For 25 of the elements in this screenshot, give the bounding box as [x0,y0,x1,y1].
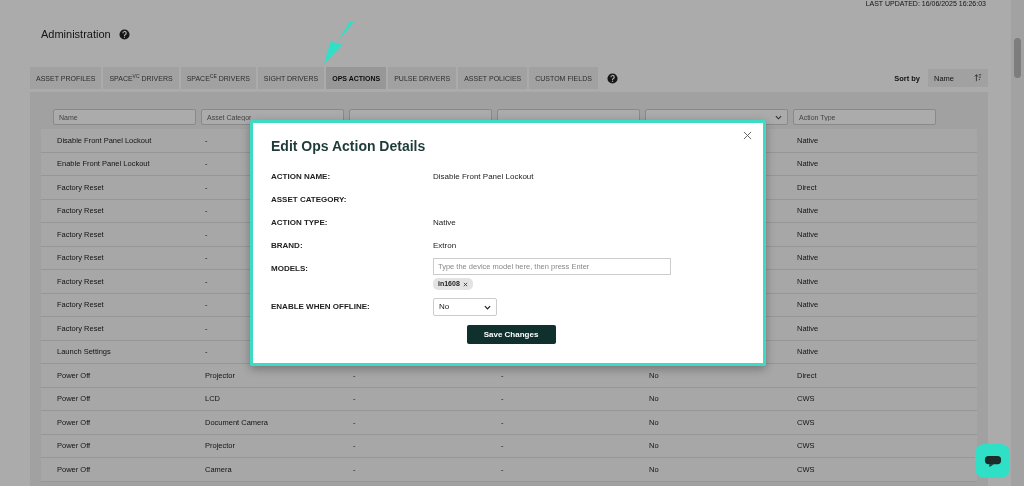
field-value: Disable Front Panel Lockout [433,172,534,181]
sort-order-icon[interactable] [974,74,982,82]
dialog-title: Edit Ops Action Details [271,138,426,154]
field-value: Extron [433,241,457,250]
field-label: MODELS: [271,263,309,275]
offline-dropdown[interactable]: No [433,298,497,316]
remove-icon[interactable] [462,281,468,287]
help-icon[interactable] [606,72,618,84]
chat-bubble-icon [983,454,1002,468]
page-title: Administration [41,28,111,40]
field-value: Native [433,218,456,227]
arrow-icon [322,20,356,66]
field-label: BRAND: [271,240,304,252]
field-label: ACTION TYPE: [271,217,329,229]
save-changes-button[interactable]: Save Changes [466,325,556,344]
field-label: ASSET CATEGORY: [271,194,348,206]
chat-button[interactable] [975,444,1010,478]
help-icon[interactable] [118,28,130,40]
field-label: ACTION NAME: [271,171,332,183]
scrollbar[interactable] [1011,0,1024,486]
chevron-down-icon [484,303,491,311]
scrollbar-thumb[interactable] [1014,38,1021,78]
field-label: ENABLE WHEN OFFLINE: [271,301,371,313]
chevron-down-icon [775,113,782,121]
close-icon[interactable] [743,131,752,140]
